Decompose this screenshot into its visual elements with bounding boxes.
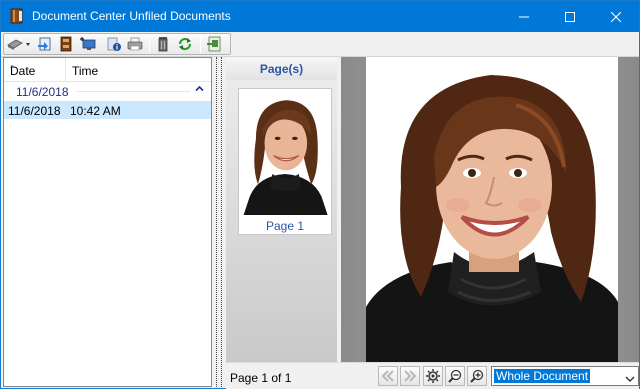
document-info-icon <box>107 37 121 51</box>
page-thumbnail[interactable]: Page 1 <box>238 88 332 235</box>
next-page-button[interactable] <box>400 366 420 386</box>
file-button[interactable] <box>57 35 75 53</box>
refresh-button[interactable] <box>176 35 194 53</box>
thumbnail-panel: Page(s) Page 1 <box>226 57 337 362</box>
toolbar <box>1 32 639 57</box>
properties-button[interactable] <box>105 35 123 53</box>
trash-icon <box>158 37 168 52</box>
column-header-date[interactable]: ^ Date <box>4 58 66 82</box>
row-time: 10:42 AM <box>70 104 121 118</box>
thumbnail-header: Page(s) <box>226 57 337 80</box>
zoom-selected-value: Whole Document <box>494 369 591 383</box>
title-bar[interactable]: Document Center Unfiled Documents <box>1 1 639 32</box>
row-date: 11/6/2018 <box>8 104 61 118</box>
column-date-label: Date <box>10 64 36 78</box>
fit-page-button[interactable] <box>423 366 443 386</box>
delete-button[interactable] <box>154 35 172 53</box>
refresh-icon <box>178 37 192 51</box>
scanner-icon <box>7 39 30 50</box>
main-window: Document Center Unfiled Documents ^ Date… <box>0 0 640 389</box>
export-button[interactable] <box>206 35 224 53</box>
list-header: ^ Date Time <box>4 58 211 82</box>
close-button[interactable] <box>593 1 639 32</box>
chevron-down-icon[interactable] <box>625 372 635 386</box>
printer-icon <box>127 37 143 51</box>
portrait-photo <box>366 57 618 362</box>
double-chevron-right-icon <box>404 370 417 382</box>
scan-dropdown-button[interactable] <box>6 35 32 53</box>
splitter-grip[interactable] <box>216 57 222 387</box>
zoom-out-icon <box>448 369 462 383</box>
table-row[interactable]: 11/6/2018 10:42 AM <box>4 101 211 119</box>
maximize-icon <box>565 11 575 22</box>
maximize-button[interactable] <box>547 1 593 32</box>
document-list[interactable]: ^ Date Time 11/6/2018 11/6/2018 10:42 AM <box>3 57 212 387</box>
import-icon <box>38 37 51 51</box>
status-bar: Page 1 of 1 Whole Document <box>226 362 639 389</box>
page-indicator: Page 1 of 1 <box>230 371 292 385</box>
minimize-icon <box>519 16 529 17</box>
thumbnail-image <box>240 90 330 215</box>
document-viewer[interactable] <box>341 57 639 362</box>
book-app-icon <box>10 8 24 24</box>
monitor-add-icon <box>80 37 96 50</box>
double-chevron-left-icon <box>381 370 394 382</box>
close-icon <box>611 11 621 22</box>
print-button[interactable] <box>126 35 144 53</box>
new-button[interactable] <box>79 35 97 53</box>
minimize-button[interactable] <box>501 1 547 32</box>
gear-icon <box>426 369 440 383</box>
group-label: 11/6/2018 <box>16 85 69 99</box>
zoom-in-button[interactable] <box>467 366 487 386</box>
import-button[interactable] <box>36 35 54 53</box>
group-divider <box>76 91 190 92</box>
window-title: Document Center Unfiled Documents <box>32 9 231 23</box>
collapse-chevron-icon[interactable] <box>195 84 204 95</box>
toolbar-separator <box>200 36 201 53</box>
thumbnail-caption: Page 1 <box>265 219 305 233</box>
zoom-out-button[interactable] <box>445 366 465 386</box>
panel-splitter[interactable] <box>213 57 225 387</box>
file-cabinet-icon <box>60 36 72 52</box>
group-header[interactable]: 11/6/2018 <box>4 83 211 100</box>
column-time-label: Time <box>72 64 99 78</box>
export-icon <box>207 36 221 52</box>
previous-page-button[interactable] <box>378 366 398 386</box>
toolbar-separator <box>149 36 150 53</box>
document-page <box>366 57 618 362</box>
zoom-in-icon <box>470 369 484 383</box>
zoom-dropdown[interactable]: Whole Document <box>491 366 639 386</box>
